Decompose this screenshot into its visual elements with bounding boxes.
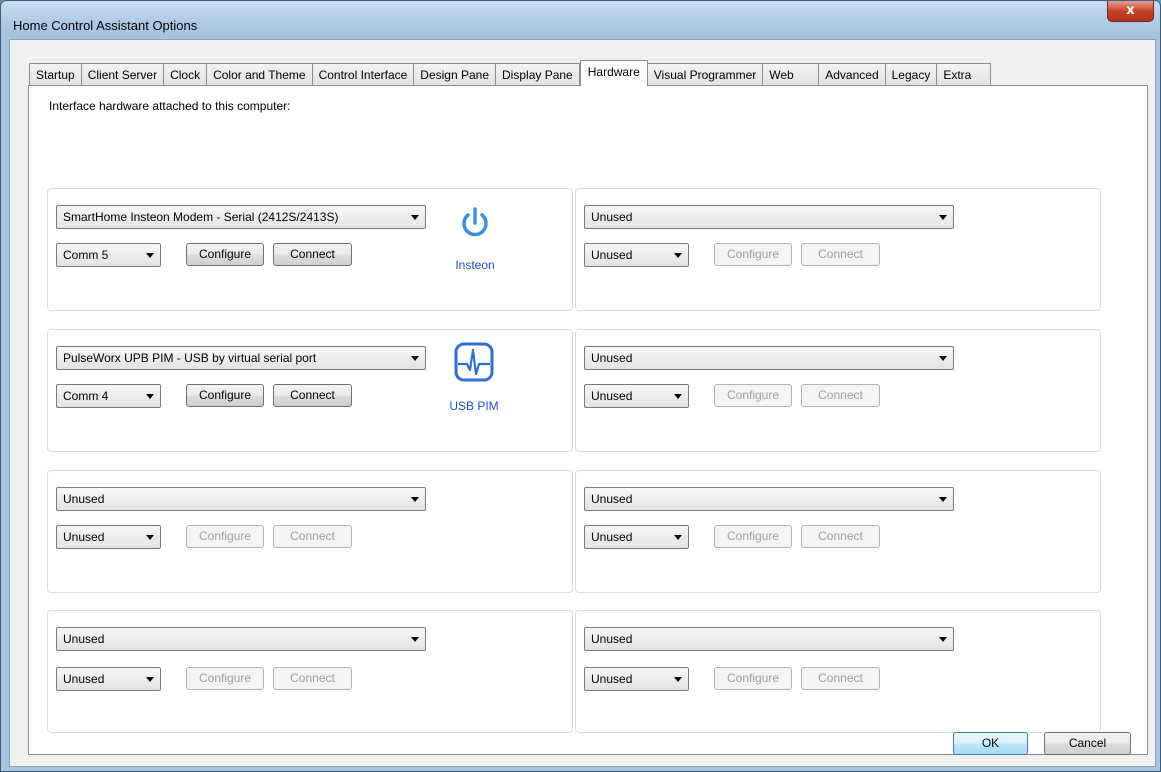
configure-button[interactable]: Configure xyxy=(186,243,264,266)
device-select-value: Unused xyxy=(591,351,633,365)
connect-button[interactable]: Connect xyxy=(273,525,352,548)
device-select[interactable]: Unused xyxy=(584,346,954,370)
insteon-icon-label: Insteon xyxy=(455,258,495,272)
chevron-down-icon xyxy=(674,394,682,399)
port-select-value: Comm 4 xyxy=(63,389,109,403)
device-select[interactable]: Unused xyxy=(56,627,426,651)
configure-button[interactable]: Configure xyxy=(714,384,792,407)
hardware-slot-2: Unused Unused Configure Connect xyxy=(575,188,1101,311)
port-select-value: Unused xyxy=(591,389,633,403)
tab-clock[interactable]: Clock xyxy=(164,63,208,85)
chevron-down-icon xyxy=(146,535,154,540)
device-select-value: Unused xyxy=(591,632,633,646)
hardware-slot-8: Unused Unused Configure Connect xyxy=(575,610,1101,733)
port-select-value: Unused xyxy=(63,530,105,544)
port-select-value: Unused xyxy=(63,672,105,686)
device-select[interactable]: Unused xyxy=(56,487,426,511)
configure-button[interactable]: Configure xyxy=(714,243,792,266)
cancel-button[interactable]: Cancel xyxy=(1044,732,1131,755)
tab-extra[interactable]: Extra xyxy=(937,63,992,85)
device-select[interactable]: Unused xyxy=(584,627,954,651)
device-select-value: Unused xyxy=(591,210,633,224)
close-button[interactable]: x xyxy=(1107,1,1154,22)
dialog-client-area: Startup Client Server Clock Color and Th… xyxy=(9,39,1156,767)
hardware-tab-page: Interface hardware attached to this comp… xyxy=(28,85,1148,755)
hardware-slot-1: SmartHome Insteon Modem - Serial (2412S/… xyxy=(47,188,573,311)
port-select[interactable]: Comm 5 xyxy=(56,243,161,267)
port-select-value: Unused xyxy=(591,248,633,262)
tab-hardware[interactable]: Hardware xyxy=(579,60,648,86)
device-select-value: Unused xyxy=(63,632,105,646)
tab-design-pane[interactable]: Design Pane xyxy=(414,63,497,85)
connect-button[interactable]: Connect xyxy=(273,384,352,407)
connect-button[interactable]: Connect xyxy=(801,243,880,266)
configure-button[interactable]: Configure xyxy=(186,525,264,548)
port-select[interactable]: Unused xyxy=(584,243,689,267)
chevron-down-icon xyxy=(411,637,419,642)
chevron-down-icon xyxy=(939,356,947,361)
hardware-intro-label: Interface hardware attached to this comp… xyxy=(49,99,291,113)
device-select-value: SmartHome Insteon Modem - Serial (2412S/… xyxy=(63,210,339,224)
port-select-value: Comm 5 xyxy=(63,248,109,262)
chevron-down-icon xyxy=(939,497,947,502)
chevron-down-icon xyxy=(146,394,154,399)
port-select[interactable]: Comm 4 xyxy=(56,384,161,408)
device-select[interactable]: PulseWorx UPB PIM - USB by virtual seria… xyxy=(56,346,426,370)
device-select-value: Unused xyxy=(63,492,105,506)
connect-button[interactable]: Connect xyxy=(801,384,880,407)
configure-button[interactable]: Configure xyxy=(186,384,264,407)
tab-color-and-theme[interactable]: Color and Theme xyxy=(207,63,313,85)
usb-pim-icon-label: USB PIM xyxy=(449,399,499,413)
power-icon xyxy=(462,207,488,237)
port-select-value: Unused xyxy=(591,530,633,544)
tab-display-pane[interactable]: Display Pane xyxy=(496,63,580,85)
connect-button[interactable]: Connect xyxy=(801,667,880,690)
tab-web[interactable]: Web xyxy=(763,63,820,85)
device-select[interactable]: Unused xyxy=(584,487,954,511)
chevron-down-icon xyxy=(146,253,154,258)
hardware-slot-7: Unused Unused Configure Connect xyxy=(47,610,573,733)
chevron-down-icon xyxy=(411,356,419,361)
hardware-slot-5: Unused Unused Configure Connect xyxy=(47,470,573,593)
configure-button[interactable]: Configure xyxy=(714,525,792,548)
configure-button[interactable]: Configure xyxy=(714,667,792,690)
hardware-slot-4: Unused Unused Configure Connect xyxy=(575,329,1101,452)
ok-button[interactable]: OK xyxy=(953,732,1028,755)
device-select[interactable]: Unused xyxy=(584,205,954,229)
tab-legacy[interactable]: Legacy xyxy=(885,63,938,85)
usb-pim-icon xyxy=(454,342,494,382)
options-window: Home Control Assistant Options x Startup… xyxy=(0,0,1161,772)
tab-advanced[interactable]: Advanced xyxy=(819,63,886,85)
port-select[interactable]: Unused xyxy=(584,525,689,549)
device-select[interactable]: SmartHome Insteon Modem - Serial (2412S/… xyxy=(56,205,426,229)
hardware-slot-6: Unused Unused Configure Connect xyxy=(575,470,1101,593)
chevron-down-icon xyxy=(674,677,682,682)
title-bar[interactable]: Home Control Assistant Options x xyxy=(1,1,1160,39)
tab-control-interface[interactable]: Control Interface xyxy=(312,63,415,85)
chevron-down-icon xyxy=(674,535,682,540)
chevron-down-icon xyxy=(411,497,419,502)
hardware-slot-3: PulseWorx UPB PIM - USB by virtual seria… xyxy=(47,329,573,452)
window-title: Home Control Assistant Options xyxy=(13,18,198,33)
port-select[interactable]: Unused xyxy=(56,667,161,691)
connect-button[interactable]: Connect xyxy=(273,243,352,266)
chevron-down-icon xyxy=(674,253,682,258)
chevron-down-icon xyxy=(146,677,154,682)
tab-startup[interactable]: Startup xyxy=(29,63,82,85)
connect-button[interactable]: Connect xyxy=(801,525,880,548)
chevron-down-icon xyxy=(939,215,947,220)
port-select[interactable]: Unused xyxy=(56,525,161,549)
chevron-down-icon xyxy=(411,215,419,220)
chevron-down-icon xyxy=(939,637,947,642)
connect-button[interactable]: Connect xyxy=(273,667,352,690)
tab-strip: Startup Client Server Clock Color and Th… xyxy=(29,60,992,86)
configure-button[interactable]: Configure xyxy=(186,667,264,690)
port-select[interactable]: Unused xyxy=(584,667,689,691)
port-select[interactable]: Unused xyxy=(584,384,689,408)
port-select-value: Unused xyxy=(591,672,633,686)
tab-client-server[interactable]: Client Server xyxy=(81,63,165,85)
device-select-value: PulseWorx UPB PIM - USB by virtual seria… xyxy=(63,351,317,365)
device-select-value: Unused xyxy=(591,492,633,506)
tab-visual-programmer[interactable]: Visual Programmer xyxy=(647,63,764,85)
